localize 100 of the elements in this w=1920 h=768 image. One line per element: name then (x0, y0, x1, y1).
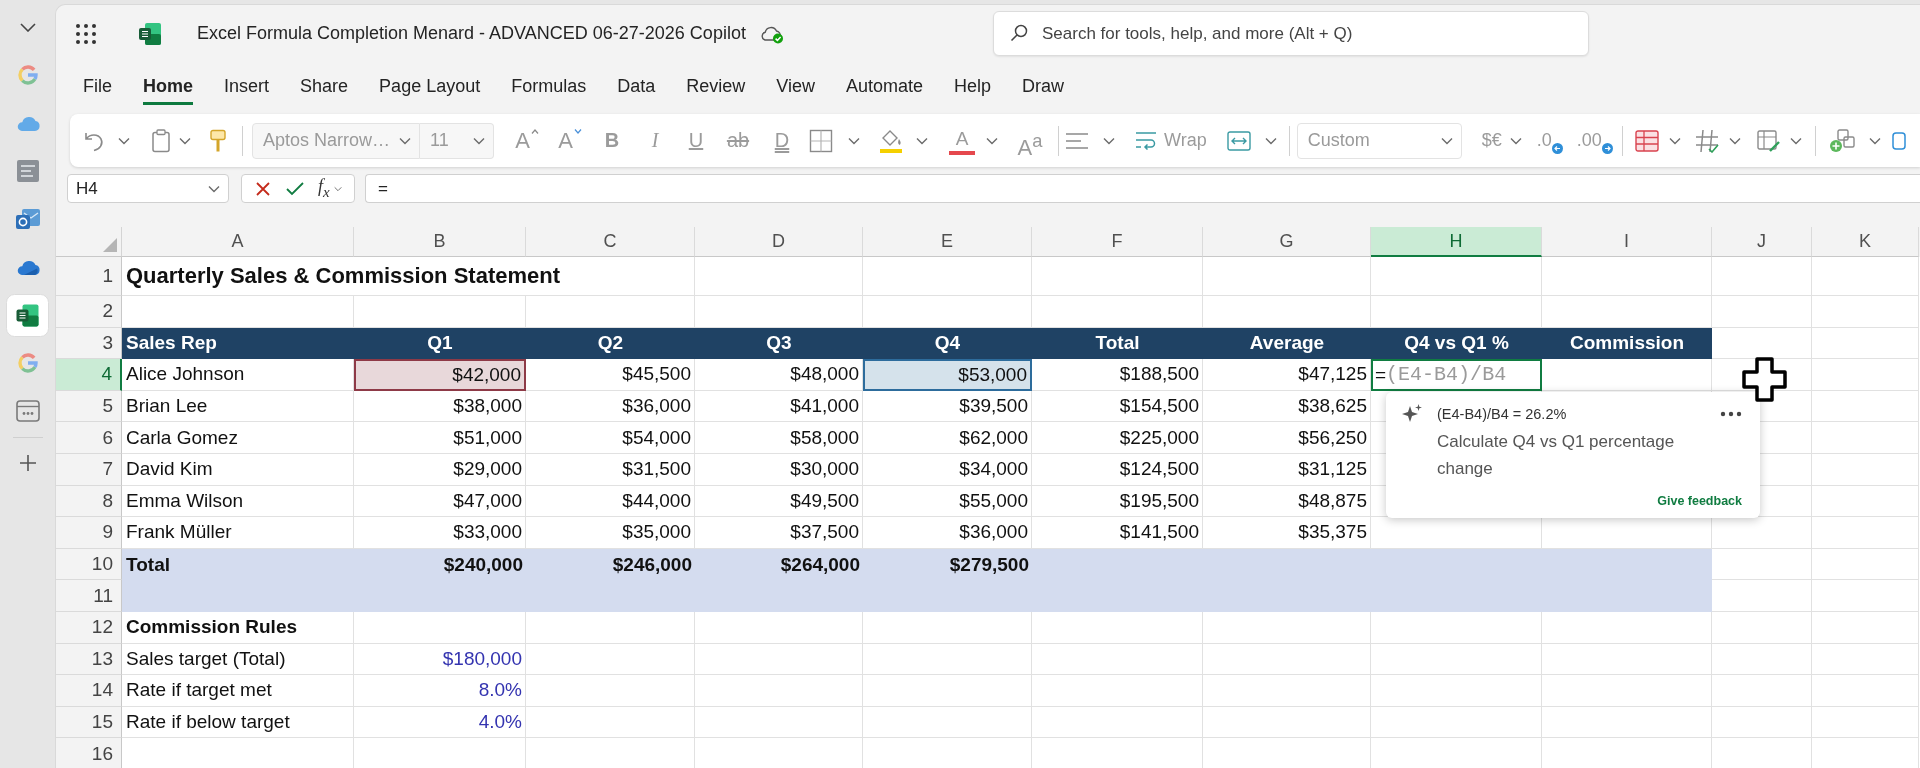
row-header[interactable]: 1 (56, 257, 122, 296)
table-cell: Rate if target met (122, 675, 354, 707)
total-label: Total (125, 552, 171, 577)
column-heading: Q2 (596, 331, 625, 356)
column-header[interactable]: B (354, 227, 526, 257)
table-cell: $188,500 (1032, 359, 1203, 391)
table-cell: Rate if below target (122, 706, 354, 739)
row-header[interactable]: 6 (56, 422, 122, 454)
table-cell: $225,000 (1032, 422, 1203, 454)
row-header[interactable]: 5 (56, 390, 122, 423)
row-header[interactable]: 16 (56, 738, 122, 768)
table-cell: $29,000 (354, 453, 526, 486)
formula-text: = (1375, 364, 1387, 386)
total-value: $240,000 (442, 552, 524, 577)
menu-tab[interactable]: Home (143, 67, 194, 105)
table-cell: $30,000 (695, 453, 863, 486)
table-cell: $38,625 (1203, 390, 1371, 423)
row-header[interactable]: 13 (56, 643, 122, 676)
envelope-tile-icon[interactable] (14, 207, 41, 231)
menu-tab[interactable]: View (776, 67, 815, 105)
table-cell: $47,000 (354, 485, 526, 518)
row-header[interactable]: 3 (56, 327, 122, 360)
column-header[interactable]: E (863, 227, 1032, 257)
row-header[interactable]: 9 (56, 517, 122, 549)
chevron-down-icon[interactable] (19, 22, 36, 32)
insert-function-button[interactable]: f$_{x}$ (318, 176, 330, 201)
column-header[interactable]: F (1032, 227, 1203, 257)
menu-tab[interactable]: File (83, 67, 112, 105)
plus-icon[interactable] (18, 454, 37, 472)
table-cell: $36,000 (863, 517, 1032, 549)
table-cell: $62,000 (863, 422, 1032, 454)
referenced-cell: $53,000 (863, 359, 1032, 391)
table-cell: $55,000 (863, 485, 1032, 518)
table-cell: $124,500 (1032, 453, 1203, 486)
cancel-icon[interactable] (255, 180, 271, 197)
column-heading: Sales Rep (125, 331, 218, 356)
table-cell: $141,500 (1032, 517, 1203, 549)
menu-tab[interactable]: Automate (846, 67, 924, 105)
column-header[interactable]: A (122, 227, 354, 257)
table-cell: $45,500 (526, 359, 695, 391)
row-header[interactable]: 4 (56, 359, 122, 391)
menu-tab[interactable]: Review (686, 67, 746, 105)
search-icon (1010, 24, 1028, 42)
table-cell: $49,500 (695, 485, 863, 518)
caret-icon[interactable] (333, 185, 342, 192)
table-cell: $37,500 (695, 517, 863, 549)
thumbnail-icon[interactable] (15, 159, 40, 183)
table-cell: $33,000 (354, 517, 526, 549)
column-header[interactable]: I (1542, 227, 1712, 257)
spreadsheet-icon[interactable] (6, 293, 49, 337)
menu-tab[interactable]: Share (300, 67, 349, 105)
menu-tab[interactable]: Formulas (511, 67, 587, 105)
column-heading: Total (1094, 331, 1141, 356)
search-field[interactable]: Search for tools, help, and more (Alt + Q) (993, 11, 1589, 56)
table-cell: $35,000 (526, 517, 695, 549)
table-cell: $35,375 (1203, 517, 1371, 549)
row-header[interactable]: 2 (56, 296, 122, 328)
column-header[interactable]: C (526, 227, 695, 257)
table-cell: Brian Lee (122, 390, 354, 423)
table-cell: Carla Gomez (122, 422, 354, 454)
column-header[interactable]: D (695, 227, 863, 257)
formula-input[interactable]: = (365, 174, 1920, 203)
spreadsheet-logo-icon (138, 21, 162, 46)
column-heading: Commission (1569, 331, 1685, 356)
column-header[interactable]: H (1371, 227, 1542, 257)
arrow-circle-icon (1551, 142, 1563, 154)
row-header[interactable]: 10 (56, 548, 122, 581)
suggestion-formula: (E4-B4)/B4 = 26.2% (1437, 406, 1567, 422)
table-cell: 4.0% (354, 706, 526, 739)
menu-tab[interactable]: Draw (1022, 67, 1065, 105)
row-header[interactable]: 11 (56, 580, 122, 612)
row-header[interactable]: 15 (56, 706, 122, 739)
column-header[interactable]: K (1812, 227, 1919, 257)
row-header[interactable]: 7 (56, 453, 122, 486)
menu-tab[interactable]: Insert (224, 67, 270, 105)
total-value: $279,500 (948, 552, 1030, 577)
menu-tab[interactable]: Page Layout (379, 67, 481, 105)
check-icon[interactable] (286, 181, 304, 196)
row-header[interactable]: 12 (56, 611, 122, 644)
document-title: Excel Formula Completion Menard - ADVANCED 06-27-2026 Copilot (197, 23, 746, 44)
table-cell: Emma Wilson (122, 485, 354, 518)
cell-editor[interactable]: =(E4-B4)/B4 (1371, 359, 1542, 391)
menu-tab[interactable]: Help (954, 67, 992, 105)
caret-icon[interactable] (208, 185, 220, 193)
row-header[interactable]: 14 (56, 675, 122, 707)
column-header[interactable]: J (1712, 227, 1812, 257)
column-heading: Q3 (765, 331, 793, 356)
row-header[interactable]: 8 (56, 485, 122, 518)
table-cell: $41,000 (695, 390, 863, 423)
table-cell: Sales target (Total) (122, 643, 354, 676)
table-cell: $195,500 (1032, 485, 1203, 518)
total-value: $264,000 (779, 552, 861, 577)
give-feedback-link[interactable]: Give feedback (1657, 494, 1742, 508)
menu-tab[interactable]: Data (617, 67, 656, 105)
more-icon[interactable] (1720, 411, 1742, 417)
app-launcher-icon[interactable] (76, 23, 96, 44)
window-icon[interactable] (15, 400, 40, 422)
table-cell: $51,000 (354, 422, 526, 454)
table-cell: $31,125 (1203, 453, 1371, 486)
name-box[interactable]: H4 (67, 174, 229, 203)
